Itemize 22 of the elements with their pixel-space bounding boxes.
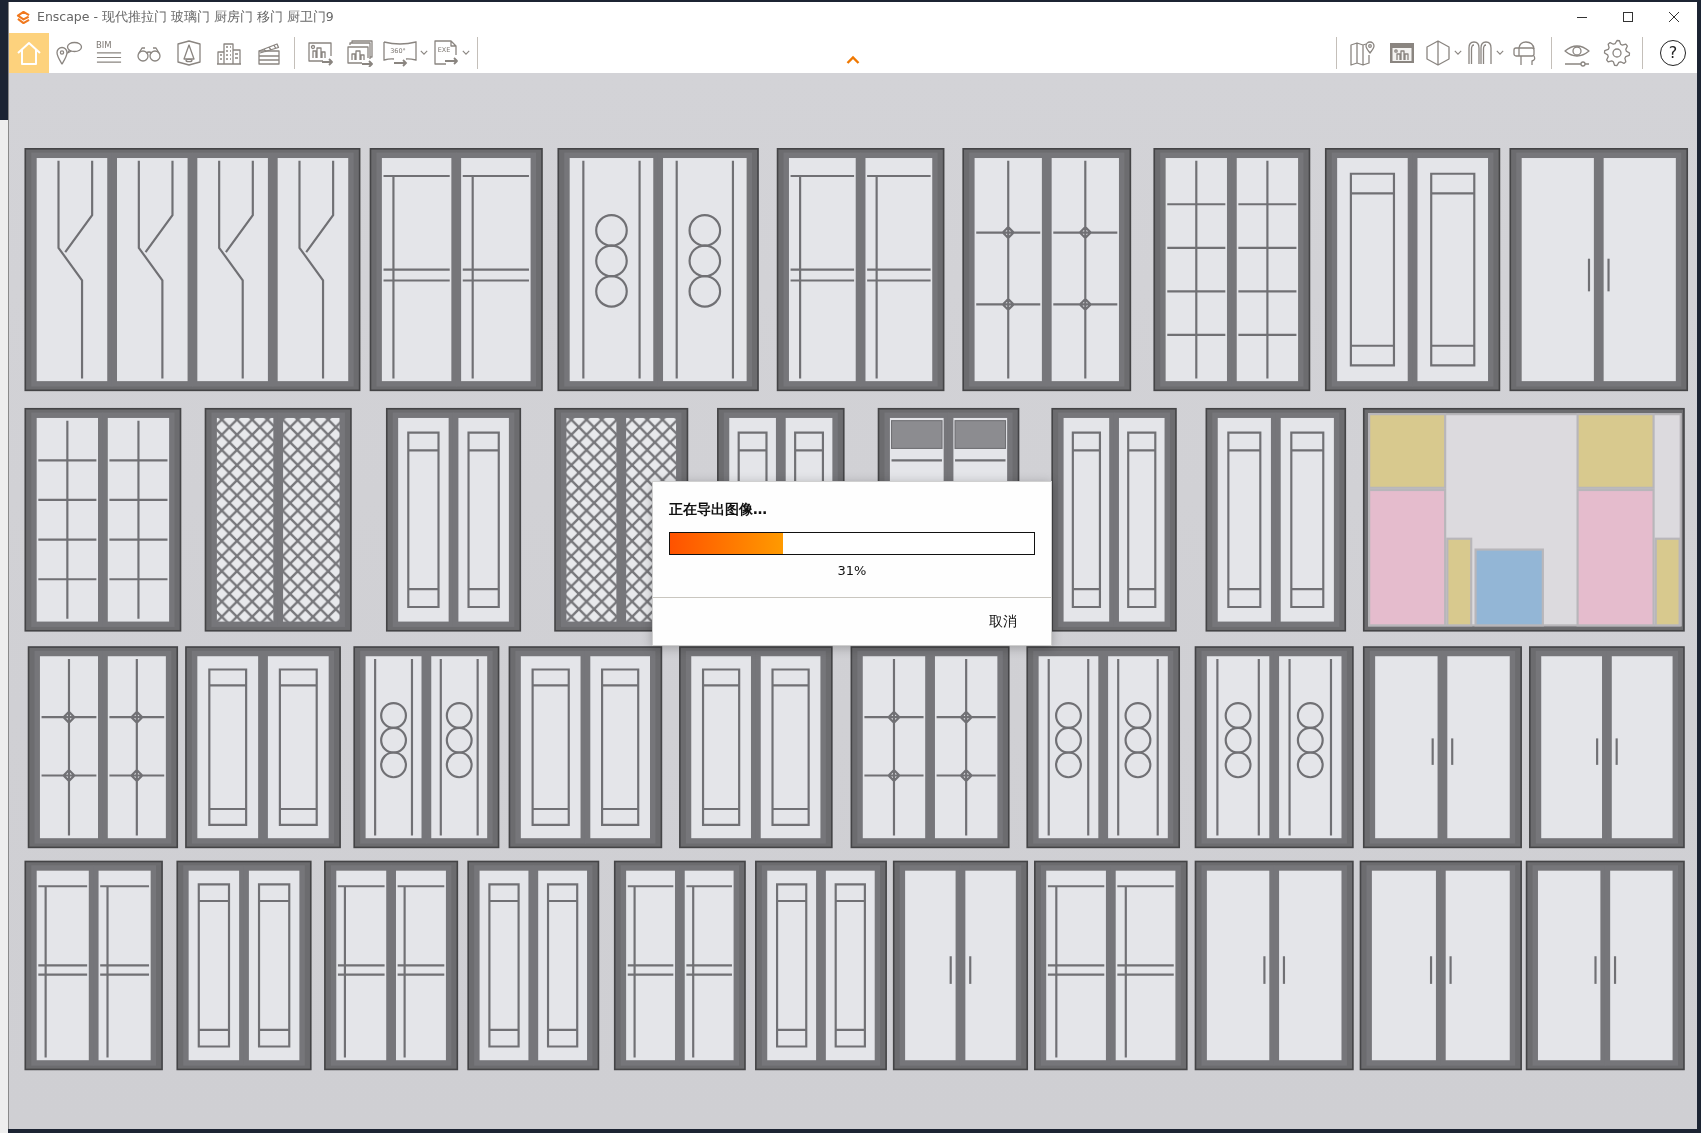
bim-button[interactable]: BIM: [89, 32, 129, 73]
caret-icon: [420, 50, 428, 55]
maximize-icon: [1623, 12, 1633, 22]
caret-icon: [1454, 50, 1462, 55]
settings-icon: [1603, 38, 1631, 67]
document-arrow-icon: [432, 38, 460, 67]
window-title: Enscape - 现代推拉门 玻璃门 厨房门 移门 厨卫门9: [37, 8, 334, 26]
caret-icon: [462, 50, 470, 55]
cone-box-icon: [175, 38, 203, 67]
hexagon-icon: [1424, 38, 1452, 67]
cancel-button[interactable]: 取消: [981, 606, 1025, 637]
lines-icon: [96, 51, 122, 64]
arches-icon: [1466, 38, 1494, 67]
logo-icon: [16, 10, 31, 24]
stacked-pictures-icon: [346, 38, 374, 67]
progress-percentage: 31%: [837, 563, 867, 579]
panorama-frame-icon: [382, 38, 418, 67]
dialog-message: 正在导出图像…: [669, 500, 767, 518]
caret-up-icon[interactable]: [846, 55, 860, 64]
close-icon: [1669, 12, 1679, 22]
map-pin-icon: [1348, 38, 1376, 67]
caret-icon: [1496, 50, 1504, 55]
